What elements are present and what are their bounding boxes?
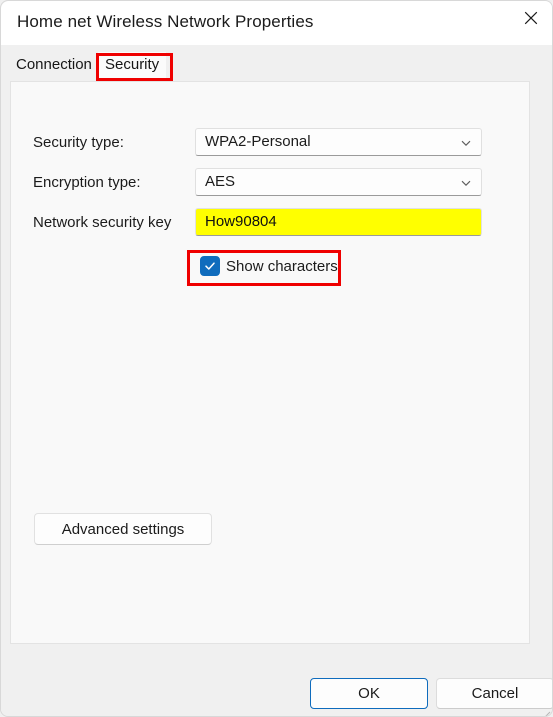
show-characters-checkbox[interactable]: [200, 256, 220, 276]
close-icon: [523, 10, 539, 26]
chevron-down-icon: [460, 137, 472, 149]
network-security-key-label: Network security key: [33, 214, 172, 231]
advanced-settings-button[interactable]: Advanced settings: [34, 513, 212, 545]
show-characters-label: Show characters: [226, 257, 338, 275]
security-type-label: Security type:: [33, 134, 124, 151]
close-button[interactable]: [507, 1, 552, 35]
security-type-dropdown[interactable]: WPA2-Personal: [195, 128, 482, 156]
checkmark-icon: [203, 259, 217, 273]
encryption-type-label: Encryption type:: [33, 174, 141, 191]
show-characters-row[interactable]: Show characters: [200, 255, 338, 277]
resize-grip[interactable]: [541, 706, 551, 716]
network-security-key-value: How90804: [205, 213, 277, 230]
chevron-down-icon: [460, 177, 472, 189]
tab-security[interactable]: Security: [98, 52, 167, 78]
ok-button[interactable]: OK: [310, 678, 428, 709]
tab-strip: Connection Security: [1, 45, 552, 82]
security-tab-panel: Security type: WPA2-Personal Encryption …: [10, 81, 530, 644]
title-bar: Home net Wireless Network Properties: [1, 1, 552, 45]
security-type-value: WPA2-Personal: [205, 133, 311, 150]
dialog-footer: OK Cancel: [1, 644, 552, 716]
network-security-key-input[interactable]: How90804: [195, 208, 482, 236]
cancel-button[interactable]: Cancel: [436, 678, 552, 709]
tab-connection[interactable]: Connection: [9, 52, 99, 78]
encryption-type-dropdown[interactable]: AES: [195, 168, 482, 196]
network-properties-dialog: Home net Wireless Network Properties Con…: [0, 0, 553, 717]
encryption-type-value: AES: [205, 173, 236, 190]
window-title: Home net Wireless Network Properties: [17, 12, 314, 31]
